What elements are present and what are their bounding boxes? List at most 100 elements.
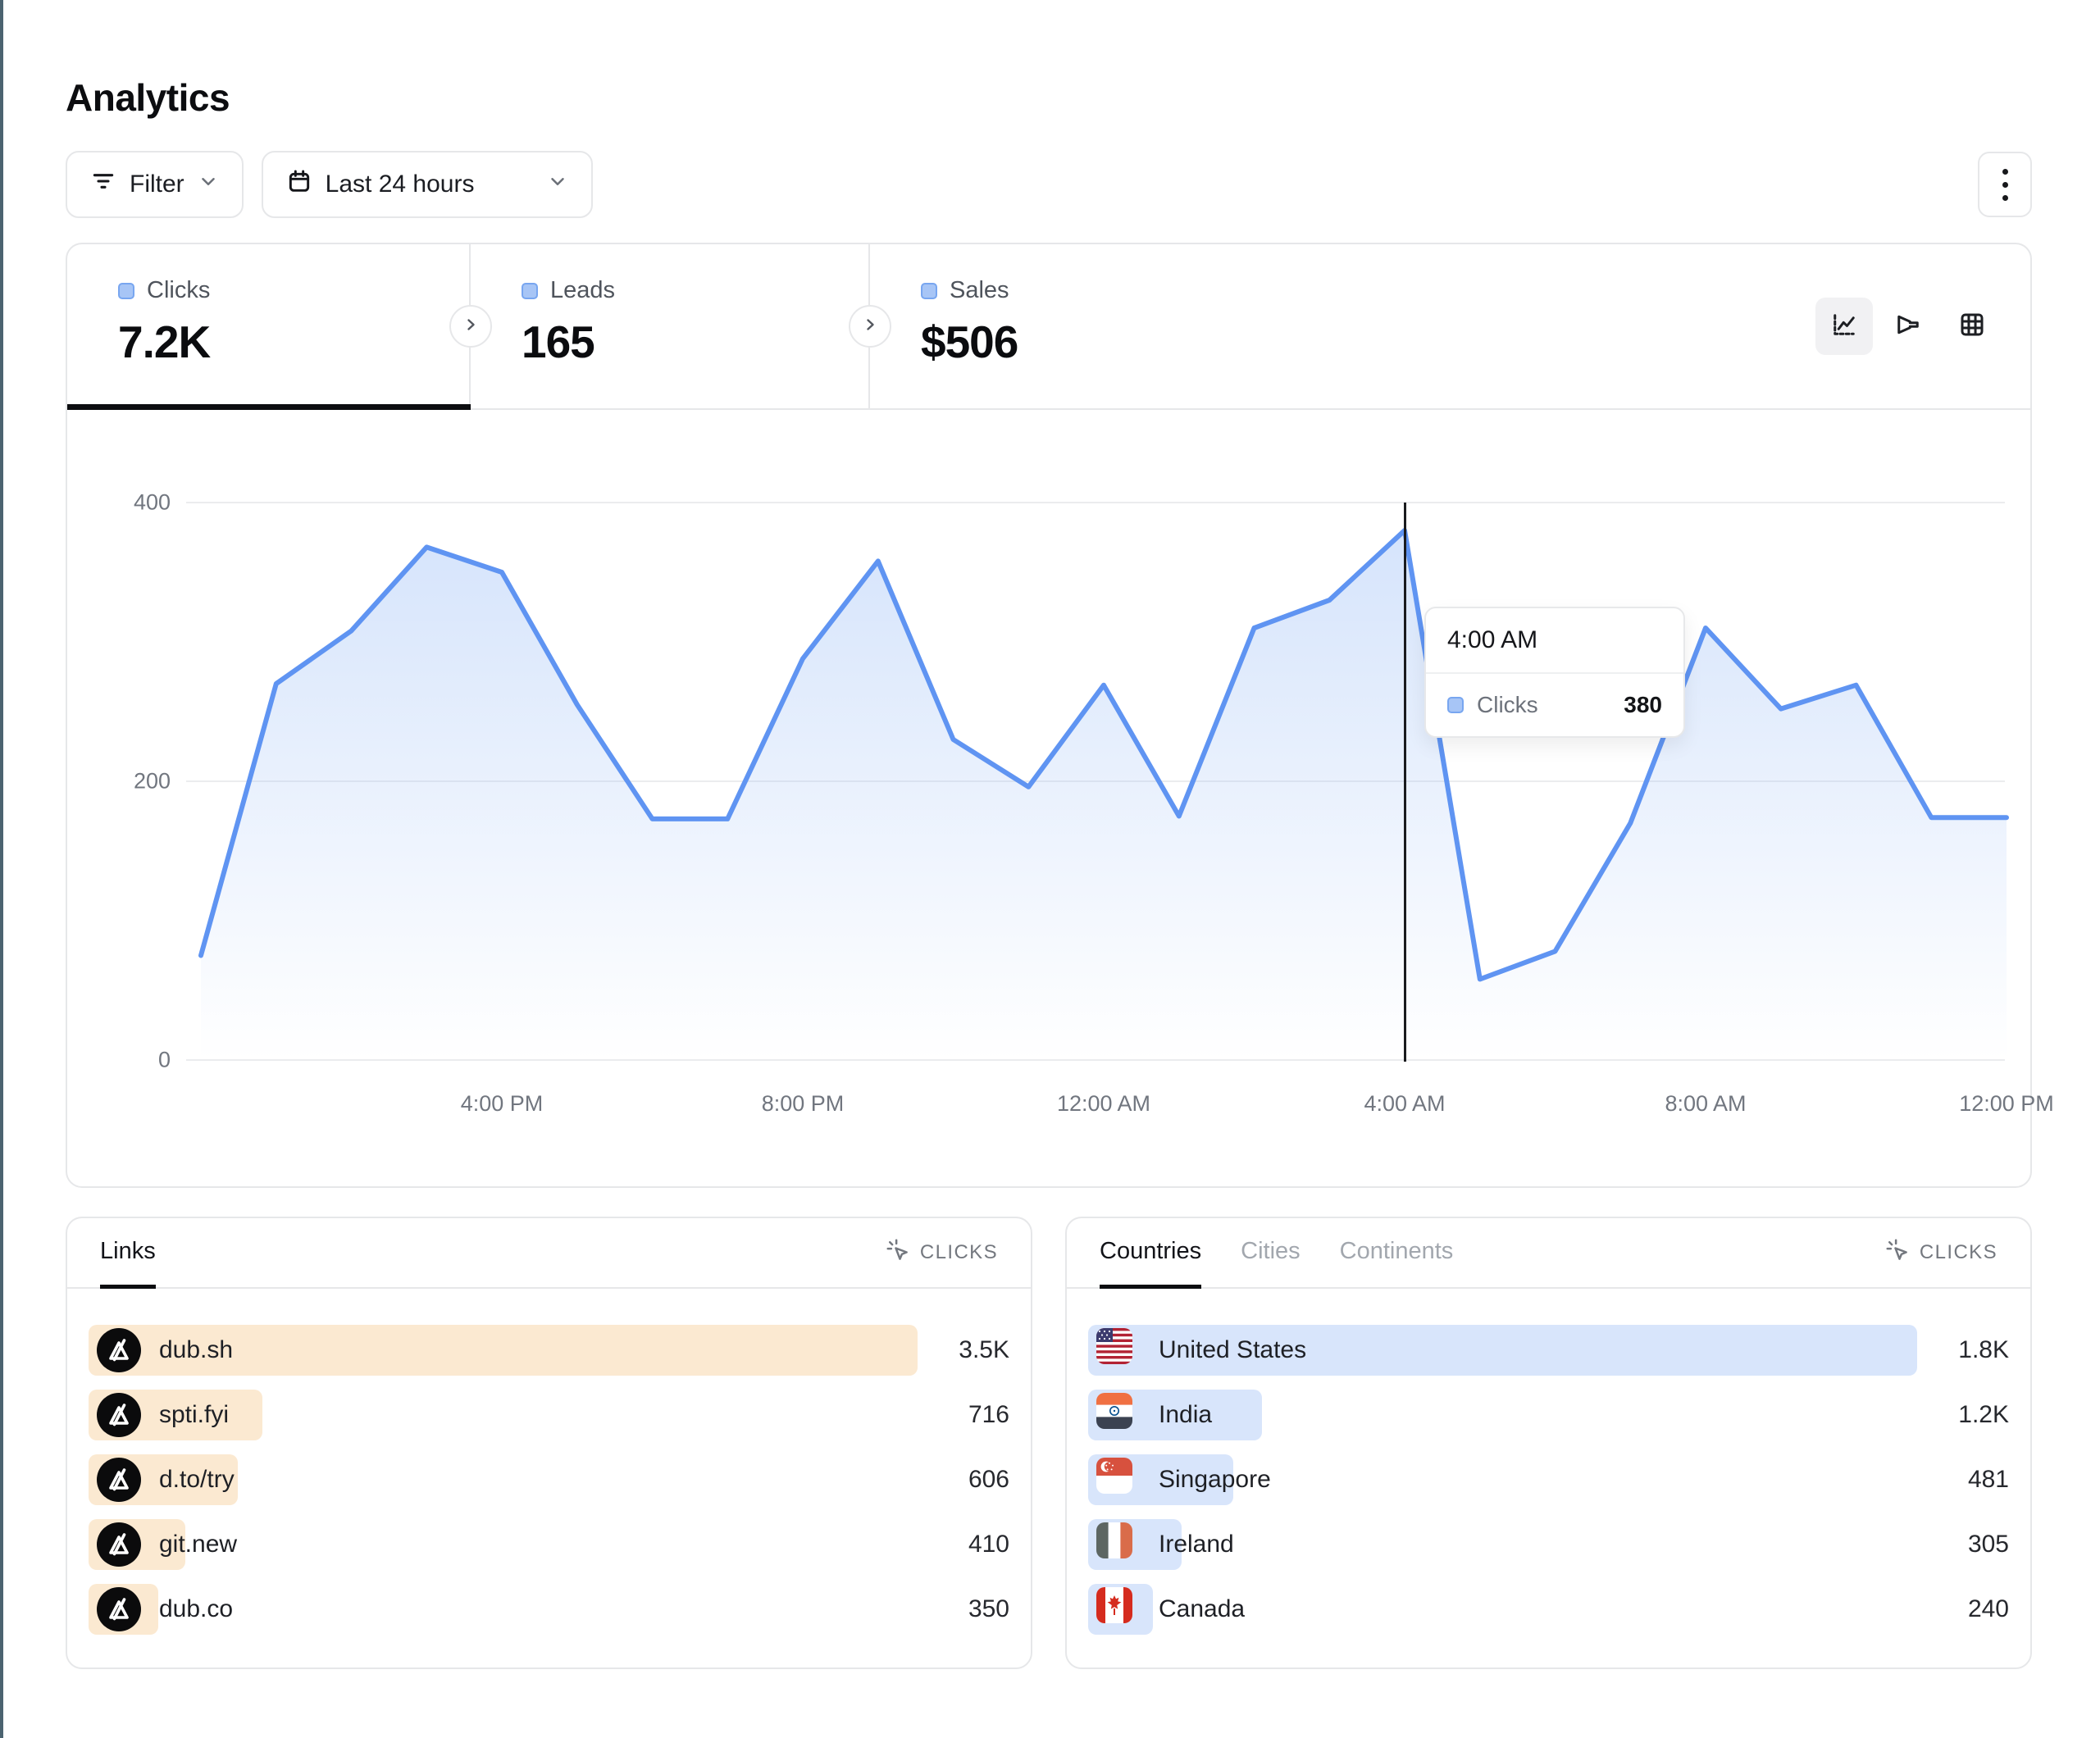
clicks-area-chart: 4:00 AM Clicks 380 02004004:00 PM8:00 PM… [67,410,2030,1186]
list-item[interactable]: Singapore 481 [1088,1454,2009,1505]
tab-clicks-value: 7.2K [118,316,469,368]
tab-leads-value: 165 [522,316,868,368]
chart-plot [67,410,2030,1186]
chart-tooltip: 4:00 AM Clicks 380 [1424,607,1685,738]
item-value: 410 [968,1531,1009,1558]
tab-leads-label: Leads [550,277,615,304]
list-item[interactable]: dub.co 350 [89,1584,1009,1635]
item-value: 240 [1968,1595,2009,1623]
item-value: 481 [1968,1466,2009,1494]
chevron-right-icon [461,315,481,339]
expand-clicks-button[interactable] [449,305,492,348]
table-view-button[interactable] [1943,298,2001,355]
dub-logo-icon [97,1458,141,1502]
x-axis-tick: 4:00 PM [461,1091,544,1117]
cursor-click-icon [1885,1238,1910,1268]
tab-cities[interactable]: Cities [1241,1218,1301,1289]
dub-logo-icon [97,1587,141,1631]
cursor-click-icon [886,1238,910,1268]
list-item[interactable]: Ireland 305 [1088,1519,2009,1570]
item-label: spti.fyi [159,1401,229,1429]
item-label: Canada [1159,1595,1245,1623]
x-axis-tick: 12:00 PM [1959,1091,2054,1117]
list-item[interactable]: git.new 410 [89,1519,1009,1570]
dub-logo-icon [97,1328,141,1372]
x-axis-tick: 8:00 AM [1665,1091,1746,1117]
flag-ireland-icon [1096,1522,1141,1567]
dub-logo-icon [97,1393,141,1437]
tab-continents[interactable]: Continents [1340,1218,1454,1289]
flag-india-icon [1096,1393,1141,1437]
list-item[interactable]: India 1.2K [1088,1390,2009,1440]
item-value: 305 [1968,1531,2009,1558]
countries-panel: Countries Cities Continents CLICKS Unite… [1065,1217,2032,1669]
sales-legend-square [921,283,937,299]
tooltip-legend-square [1447,697,1464,713]
item-label: India [1159,1401,1212,1429]
stat-tabs-row: Clicks 7.2K Leads 165 Sales $506 [67,244,2030,410]
line-chart-icon [1829,310,1859,344]
expand-leads-button[interactable] [849,305,891,348]
calendar-icon [286,168,312,201]
grid-table-icon [1957,310,1987,344]
flag-us-icon [1096,1328,1141,1372]
tab-clicks[interactable]: Clicks 7.2K [67,244,471,408]
y-axis-tick: 400 [67,490,171,516]
toolbar: Filter Last 24 hours [66,151,2032,218]
item-label: d.to/try [159,1466,235,1494]
list-item[interactable]: spti.fyi 716 [89,1390,1009,1440]
item-label: git.new [159,1531,237,1558]
tooltip-time: 4:00 AM [1426,608,1683,674]
chart-crosshair [1404,503,1406,1062]
item-value: 1.2K [1958,1401,2009,1429]
tooltip-value: 380 [1624,692,1662,718]
y-axis-tick: 0 [67,1048,171,1073]
countries-metric-button[interactable]: CLICKS [1885,1218,1998,1287]
funnel-view-button[interactable] [1879,298,1937,355]
date-range-button[interactable]: Last 24 hours [262,151,593,218]
list-item[interactable]: Canada 240 [1088,1584,2009,1635]
item-value: 716 [968,1401,1009,1429]
chevron-right-icon [860,315,880,339]
dub-logo-icon [97,1522,141,1567]
x-axis-tick: 12:00 AM [1057,1091,1150,1117]
tooltip-series-label: Clicks [1477,692,1538,718]
chevron-down-icon [547,171,568,198]
tab-countries-label: Countries [1100,1238,1201,1265]
analytics-card: Clicks 7.2K Leads 165 Sales $506 [66,243,2032,1188]
item-value: 3.5K [959,1336,1009,1364]
chart-view-toggles [1815,298,2001,355]
x-axis-tick: 8:00 PM [762,1091,845,1117]
tab-clicks-label: Clicks [147,277,210,304]
line-chart-view-button[interactable] [1815,298,1873,355]
item-label: United States [1159,1336,1306,1364]
filter-button[interactable]: Filter [66,151,244,218]
tab-cities-label: Cities [1241,1238,1301,1265]
tab-continents-label: Continents [1340,1238,1454,1265]
flag-canada-icon [1096,1587,1141,1631]
item-label: Ireland [1159,1531,1234,1558]
item-value: 1.8K [1958,1336,2009,1364]
item-value: 350 [968,1595,1009,1623]
item-label: dub.co [159,1595,233,1623]
tab-countries[interactable]: Countries [1100,1218,1201,1289]
left-edge-strip [0,0,3,1738]
leads-legend-square [522,283,538,299]
tab-sales-label: Sales [950,277,1009,304]
list-item[interactable]: United States 1.8K [1088,1325,2009,1376]
flag-singapore-icon [1096,1458,1141,1502]
page-title: Analytics [66,0,2032,120]
item-label: Singapore [1159,1466,1271,1494]
tab-leads[interactable]: Leads 165 [471,244,870,408]
list-item[interactable]: d.to/try 606 [89,1454,1009,1505]
item-value: 606 [968,1466,1009,1494]
tab-links[interactable]: Links [100,1218,156,1289]
list-item[interactable]: dub.sh3.5K [89,1325,1009,1376]
links-metric-button[interactable]: CLICKS [886,1218,998,1287]
tab-links-label: Links [100,1238,156,1265]
chevron-down-icon [198,171,219,198]
countries-metric-label: CLICKS [1920,1241,1998,1264]
more-options-button[interactable] [1978,152,2032,217]
clicks-legend-square [118,283,134,299]
filter-button-label: Filter [130,171,184,198]
